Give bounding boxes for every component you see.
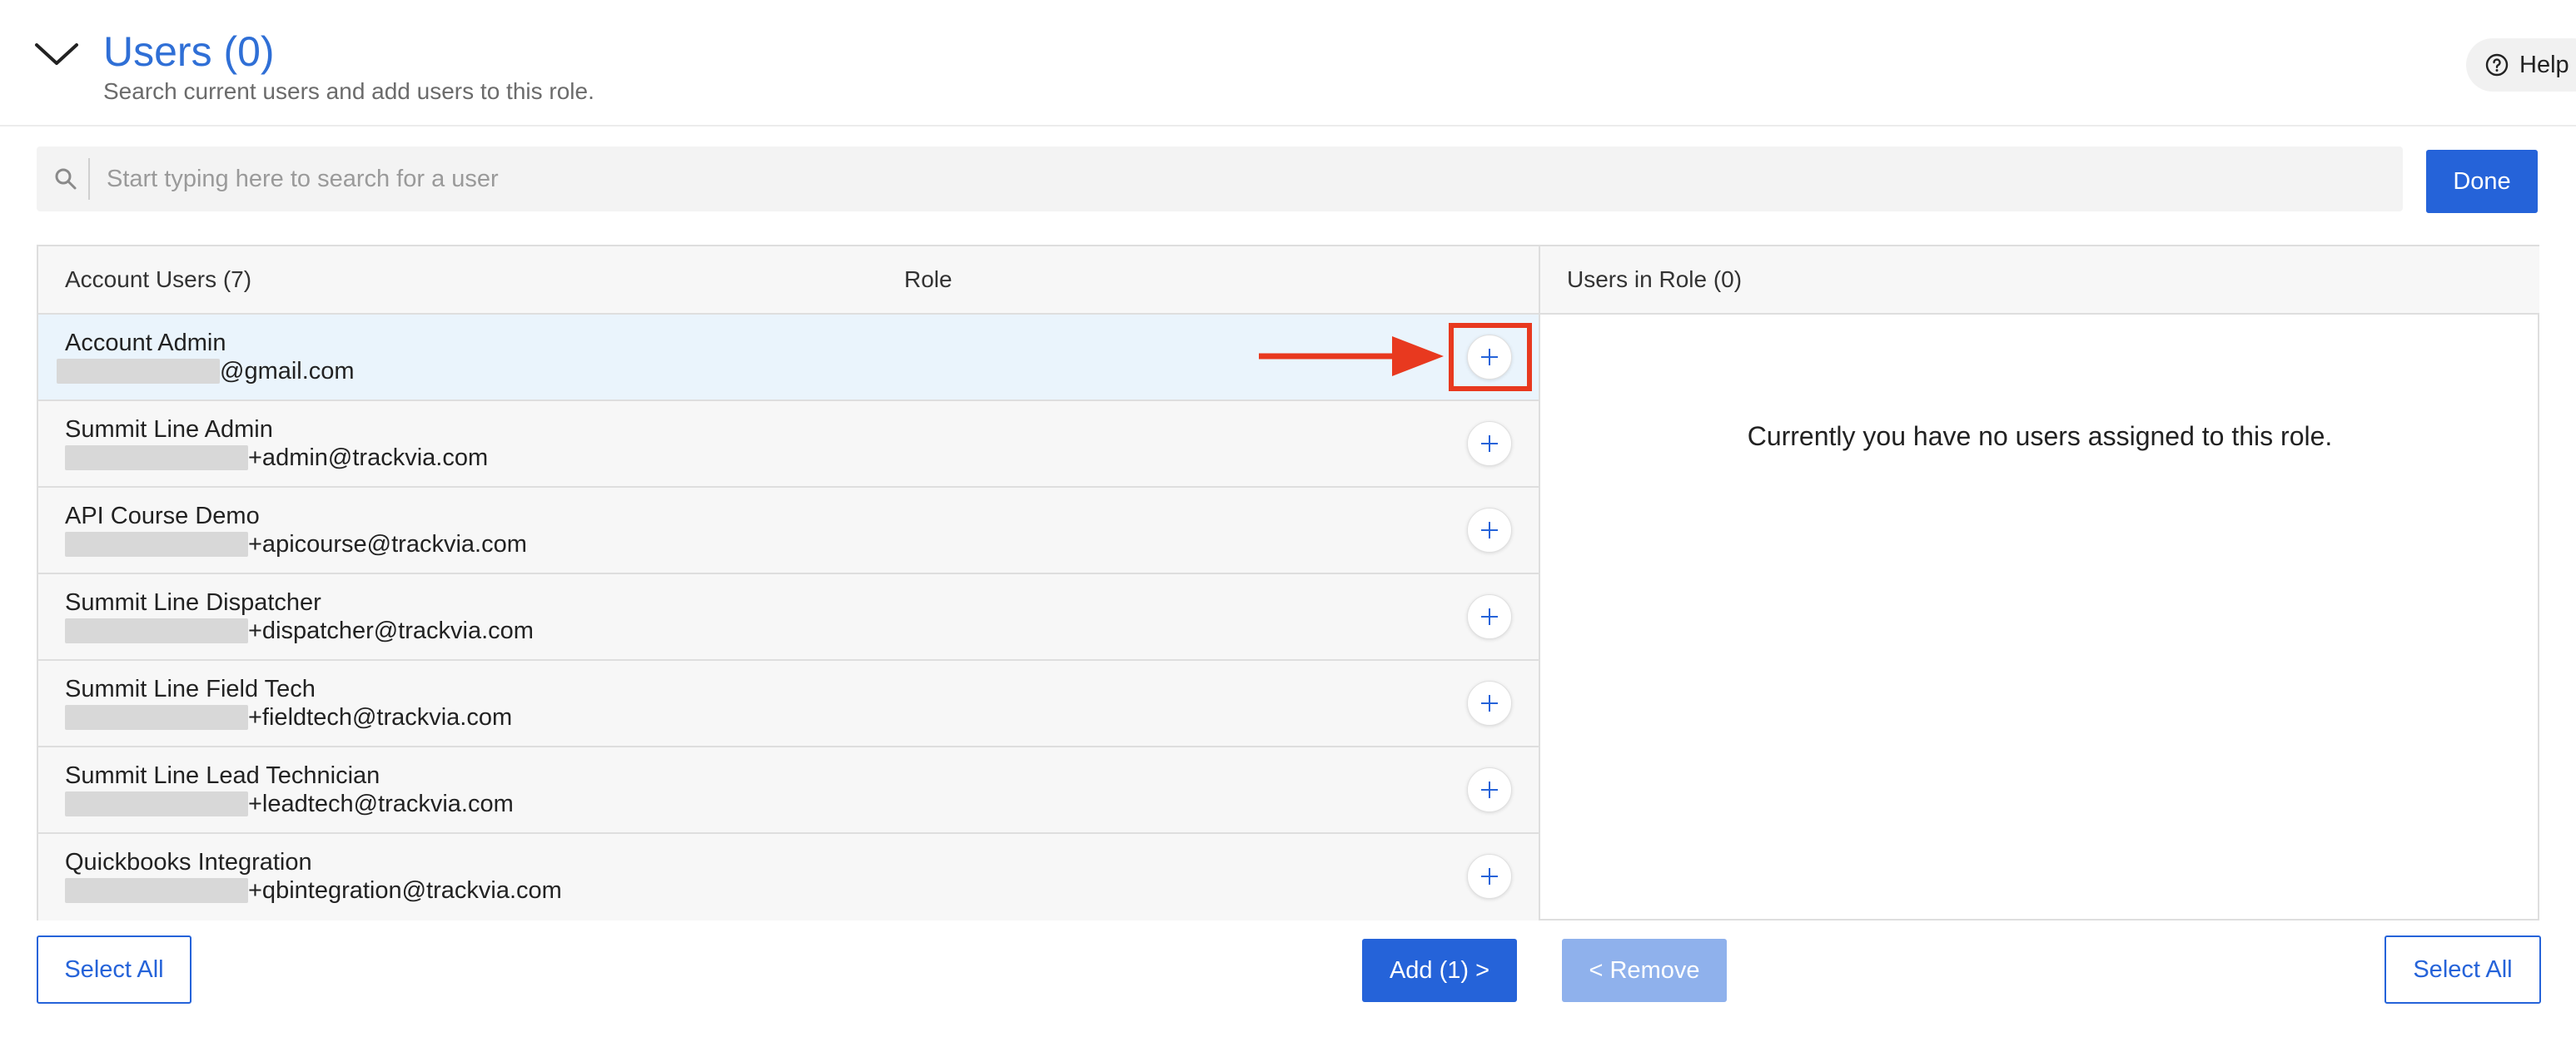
- redacted-email-prefix: [65, 445, 248, 470]
- redacted-email-prefix: [65, 705, 248, 730]
- user-name: Summit Line Dispatcher: [65, 589, 321, 616]
- search-icon: [55, 168, 77, 190]
- help-label: Help: [2519, 51, 2569, 78]
- remove-button[interactable]: < Remove: [1562, 939, 1727, 1002]
- add-button[interactable]: Add (1) >: [1362, 939, 1517, 1002]
- users-in-role-pane: Users in Role (0) Currently you have no …: [1540, 246, 2539, 919]
- page-title: Users (0): [103, 28, 275, 75]
- help-icon: [2485, 53, 2509, 77]
- user-row-summit-line-dispatcher[interactable]: Summit Line Dispatcher +dispatcher@track…: [38, 574, 1539, 661]
- select-all-right-button[interactable]: Select All: [2385, 935, 2541, 1004]
- add-user-button[interactable]: [1467, 508, 1512, 553]
- search-input[interactable]: [107, 146, 2388, 211]
- redacted-email-prefix: [65, 878, 248, 903]
- account-users-header: Account Users (7) Role: [38, 246, 1539, 315]
- user-name: API Course Demo: [65, 503, 260, 529]
- empty-role-message: Currently you have no users assigned to …: [1747, 421, 2333, 451]
- page-header: Users (0) Search current users and add u…: [0, 0, 2576, 127]
- role-column-label: Role: [904, 266, 952, 292]
- user-name: Summit Line Lead Technician: [65, 762, 380, 789]
- user-email: +qbintegration@trackvia.com: [248, 877, 562, 904]
- user-name: Account Admin: [65, 330, 226, 356]
- redacted-email-prefix: [65, 532, 248, 557]
- user-row-summit-line-field-tech[interactable]: Summit Line Field Tech +fieldtech@trackv…: [38, 661, 1539, 747]
- done-button[interactable]: Done: [2426, 150, 2538, 213]
- user-email: +fieldtech@trackvia.com: [248, 704, 513, 731]
- user-row-api-course-demo[interactable]: API Course Demo +apicourse@trackvia.com: [38, 488, 1539, 574]
- user-name: Quickbooks Integration: [65, 849, 312, 876]
- user-name: Summit Line Admin: [65, 416, 273, 443]
- user-email: +leadtech@trackvia.com: [248, 791, 514, 817]
- plus-icon: [1481, 695, 1498, 712]
- search-divider: [88, 158, 90, 200]
- redacted-email-prefix: [65, 791, 248, 816]
- user-email: @gmail.com: [220, 358, 355, 385]
- select-all-left-button[interactable]: Select All: [37, 935, 191, 1004]
- plus-icon: [1481, 868, 1498, 885]
- user-row-summit-line-admin[interactable]: Summit Line Admin +admin@trackvia.com: [38, 401, 1539, 488]
- page-subtitle: Search current users and add users to th…: [103, 78, 594, 104]
- user-email: +dispatcher@trackvia.com: [248, 618, 534, 644]
- add-user-button[interactable]: [1467, 421, 1512, 466]
- help-button[interactable]: Help: [2466, 38, 2576, 92]
- add-user-button[interactable]: [1467, 681, 1512, 726]
- users-in-role-header: Users in Role (0): [1540, 246, 2539, 315]
- plus-icon: [1481, 608, 1498, 625]
- plus-icon: [1481, 435, 1498, 452]
- user-email: +admin@trackvia.com: [248, 444, 489, 471]
- account-users-column-label: Account Users (7): [65, 266, 252, 292]
- redacted-email-prefix: [57, 359, 220, 384]
- users-in-role-column-label: Users in Role (0): [1567, 266, 1743, 292]
- user-row-quickbooks-integration[interactable]: Quickbooks Integration +qbintegration@tr…: [38, 834, 1539, 920]
- add-user-button[interactable]: [1467, 594, 1512, 639]
- annotation-arrow-icon: [1259, 336, 1444, 376]
- user-name: Summit Line Field Tech: [65, 676, 316, 702]
- user-row-summit-line-lead-technician[interactable]: Summit Line Lead Technician +leadtech@tr…: [38, 747, 1539, 834]
- user-email: +apicourse@trackvia.com: [248, 531, 527, 558]
- add-user-button[interactable]: [1467, 854, 1512, 899]
- redacted-email-prefix: [65, 618, 248, 643]
- user-search-bar: [37, 146, 2403, 211]
- plus-icon: [1481, 782, 1498, 798]
- add-user-button[interactable]: [1467, 767, 1512, 812]
- annotation-highlight-box: [1449, 323, 1532, 391]
- plus-icon: [1481, 522, 1498, 538]
- chevron-down-icon[interactable]: [33, 38, 80, 68]
